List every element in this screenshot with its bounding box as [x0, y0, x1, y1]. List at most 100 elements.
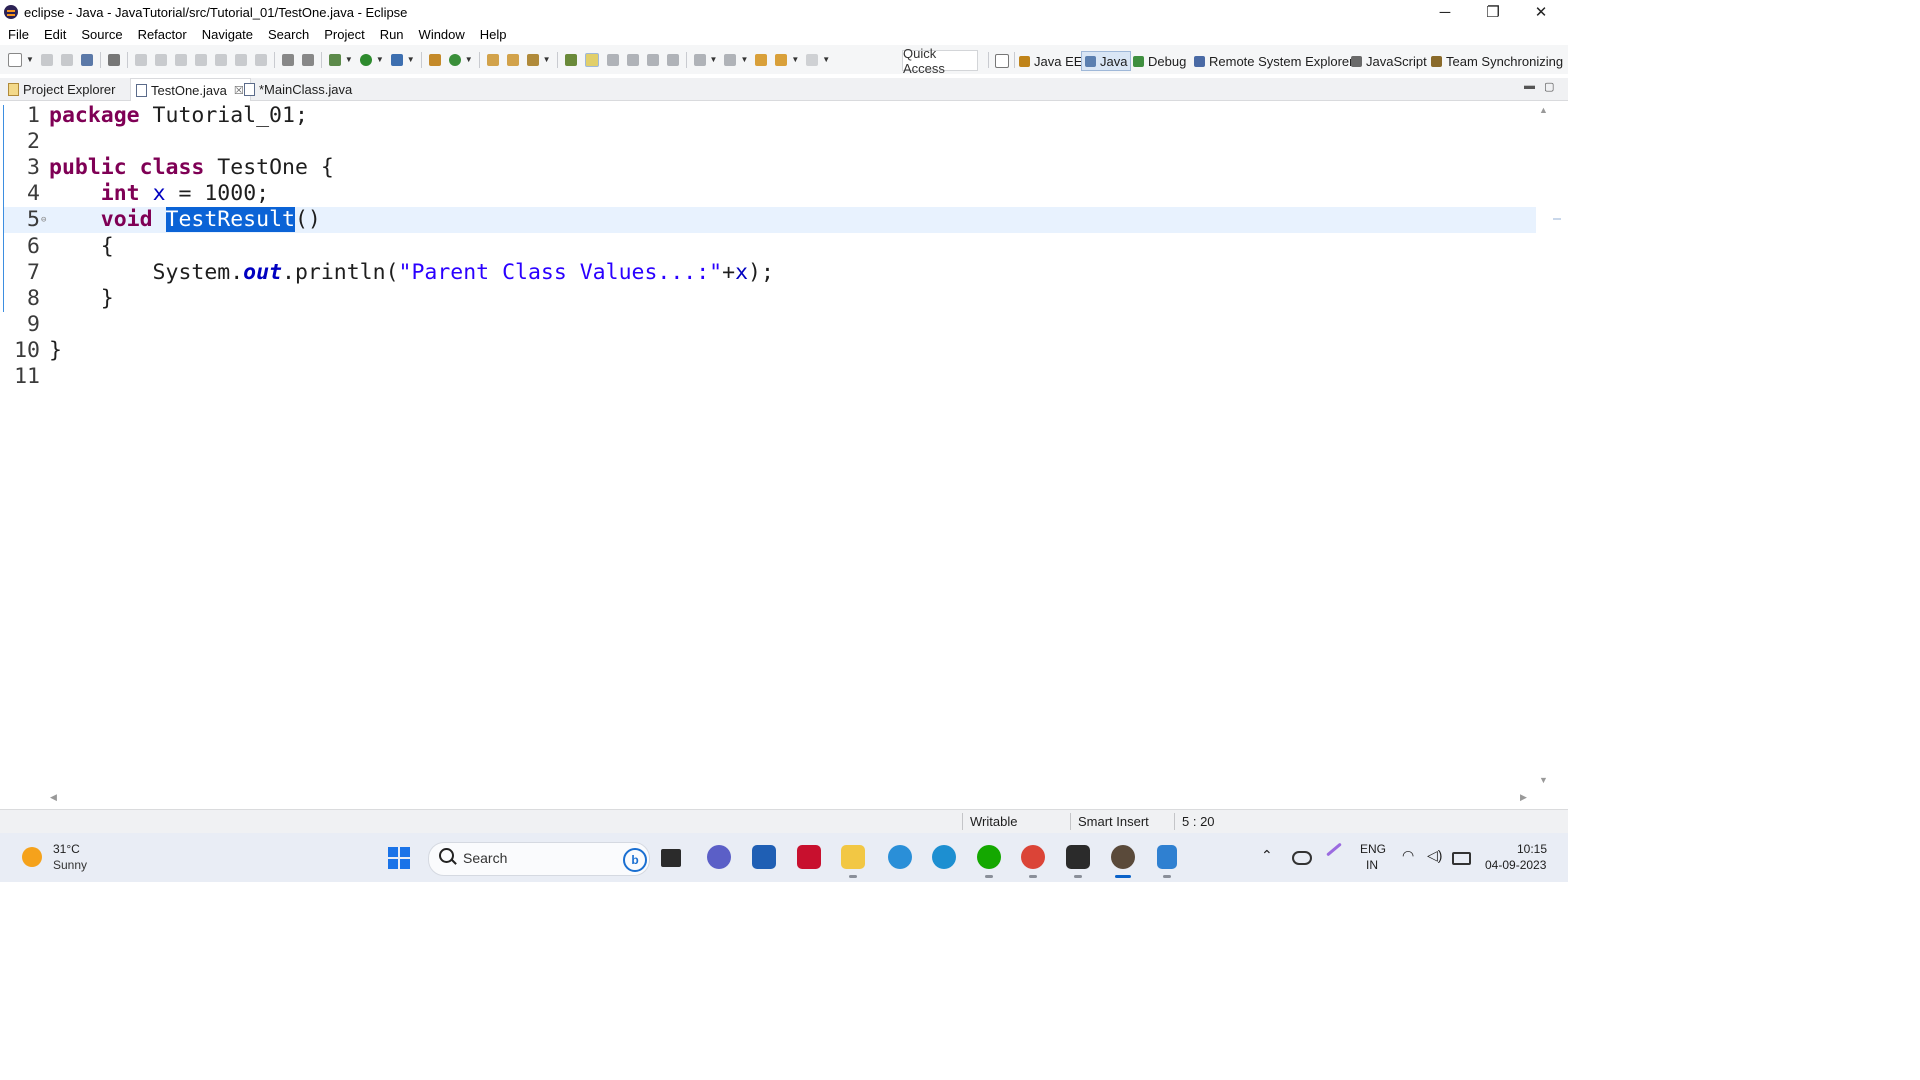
debug-dropdown-icon[interactable]: ▼	[345, 55, 353, 64]
code-line[interactable]: 1 package Tutorial_01;	[4, 103, 1536, 129]
show-hidden-icons-icon[interactable]: ⌃	[1261, 847, 1273, 864]
start-button[interactable]	[388, 847, 410, 869]
code-line[interactable]: 11	[4, 364, 1536, 390]
step-over-icon[interactable]	[234, 53, 247, 66]
tab-project-explorer[interactable]: Project Explorer	[6, 78, 121, 100]
menu-refactor[interactable]: Refactor	[130, 27, 194, 42]
suspend-icon[interactable]	[154, 53, 167, 66]
show-whitespace-icon[interactable]	[626, 53, 639, 66]
mark-occurrences-icon[interactable]	[584, 52, 599, 67]
back-dropdown-icon[interactable]: ▼	[791, 55, 799, 64]
new-dropdown-icon[interactable]: ▼	[26, 55, 34, 64]
scroll-up-icon[interactable]: ▲	[1539, 105, 1548, 115]
wifi-icon[interactable]: ◠	[1402, 847, 1414, 864]
resume-icon[interactable]	[134, 53, 147, 66]
new-icon[interactable]	[8, 52, 22, 67]
maximize-view-icon[interactable]: ▢	[1544, 80, 1554, 93]
mcafee-icon[interactable]	[797, 845, 821, 869]
open-task-icon[interactable]	[506, 53, 519, 66]
file-explorer-icon[interactable]	[841, 845, 865, 869]
clock-time[interactable]: 10:15	[1517, 842, 1547, 856]
maximize-button[interactable]: ❐	[1470, 0, 1516, 24]
code-line[interactable]: 6 {	[4, 234, 1536, 260]
region-indicator[interactable]: IN	[1366, 858, 1378, 872]
code-area[interactable]: 1 package Tutorial_01; 2 3 public class Test…	[4, 101, 1536, 791]
save-all-icon[interactable]	[60, 53, 73, 66]
pen-menu-icon[interactable]	[1326, 842, 1342, 857]
back-icon[interactable]	[775, 53, 788, 66]
code-line[interactable]: 9	[4, 312, 1536, 338]
weather-temperature[interactable]: 31°C	[53, 842, 80, 856]
word-wrap-icon[interactable]	[646, 53, 659, 66]
show-source-icon[interactable]	[666, 53, 679, 66]
step-into-icon[interactable]	[214, 53, 227, 66]
perspective-team-synchronizing[interactable]: Team Synchronizing	[1431, 52, 1563, 70]
open-type-icon[interactable]	[486, 53, 499, 66]
new-java-project-icon[interactable]	[428, 53, 441, 66]
menu-edit[interactable]: Edit	[36, 27, 73, 42]
open-perspective-icon[interactable]	[995, 54, 1009, 68]
fold-toggle-icon[interactable]: ⊖	[41, 207, 46, 233]
run-dropdown-icon[interactable]: ▼	[376, 55, 384, 64]
clock-date[interactable]: 04-09-2023	[1485, 858, 1546, 872]
scroll-right-icon[interactable]: ▶	[1520, 792, 1527, 803]
menu-run[interactable]: Run	[372, 27, 411, 42]
code-line[interactable]: 7 System.out.println("Parent Class Value…	[4, 260, 1536, 286]
volume-icon[interactable]: ◁)	[1427, 847, 1442, 864]
disconnect-icon[interactable]	[194, 53, 207, 66]
perspective-java[interactable]: Java	[1081, 51, 1132, 71]
perspective-debug[interactable]: Debug	[1133, 52, 1186, 70]
notepad-icon[interactable]	[1157, 845, 1177, 869]
previous-annotation-dropdown-icon[interactable]: ▼	[740, 55, 748, 64]
code-line[interactable]: 3 public class TestOne {	[4, 155, 1536, 181]
minimize-button[interactable]: ─	[1422, 0, 1468, 24]
block-selection-icon[interactable]	[606, 53, 619, 66]
forward-icon[interactable]	[806, 53, 819, 66]
menu-project[interactable]: Project	[316, 27, 371, 42]
horizontal-scrollbar[interactable]: ◀ ▶	[46, 790, 1536, 806]
tab-testone-java[interactable]: TestOne.java ☒	[130, 78, 251, 101]
teams-chat-icon[interactable]	[707, 845, 731, 869]
onedrive-icon[interactable]	[1292, 851, 1312, 865]
edge-browser-icon[interactable]	[932, 845, 956, 869]
perspective-java-ee[interactable]: Java EE	[1019, 52, 1082, 70]
code-line[interactable]: 4 int x = 1000;	[4, 181, 1536, 207]
terminal-icon[interactable]	[1066, 845, 1090, 869]
microsoft-store-icon[interactable]	[752, 845, 776, 869]
external-tools-icon[interactable]	[390, 53, 403, 66]
code-editor[interactable]: 1 package Tutorial_01; 2 3 public class Test…	[4, 101, 1536, 791]
chrome-browser-icon[interactable]	[1021, 845, 1045, 869]
next-annotation-icon[interactable]	[693, 53, 706, 66]
menu-navigate[interactable]: Navigate	[194, 27, 260, 42]
menu-window[interactable]: Window	[411, 27, 472, 42]
new-java-class-icon[interactable]	[448, 53, 461, 66]
drop-to-frame-icon[interactable]	[301, 53, 314, 66]
skip-breakpoints-icon[interactable]	[107, 53, 120, 66]
new-class-dropdown-icon[interactable]: ▼	[465, 55, 473, 64]
eclipse-taskbar-icon[interactable]	[1111, 845, 1135, 869]
toggle-breadcrumb-icon[interactable]	[564, 53, 577, 66]
step-return-icon[interactable]	[254, 53, 267, 66]
task-view-icon[interactable]	[661, 849, 681, 867]
battery-icon[interactable]	[1452, 852, 1471, 865]
terminate-icon[interactable]	[174, 53, 187, 66]
open-console-icon[interactable]	[80, 53, 93, 66]
menu-search[interactable]: Search	[260, 27, 316, 42]
taskbar-search-box[interactable]: Search b	[428, 842, 650, 876]
last-edit-location-icon[interactable]	[755, 53, 768, 66]
insert-mode-status[interactable]: Smart Insert	[1078, 814, 1149, 829]
debug-icon[interactable]	[328, 53, 341, 66]
code-line[interactable]: 10}	[4, 338, 1536, 364]
weather-sun-icon[interactable]	[22, 847, 42, 867]
language-indicator[interactable]: ENG	[1360, 842, 1386, 856]
get-help-icon[interactable]	[888, 845, 912, 869]
upwork-icon[interactable]	[977, 845, 1001, 869]
search-dropdown-icon[interactable]: ▼	[543, 55, 551, 64]
code-line[interactable]: 2	[4, 129, 1536, 155]
tab-mainclass-java[interactable]: *MainClass.java	[242, 78, 358, 100]
perspective-javascript[interactable]: JavaScript	[1351, 52, 1427, 70]
menu-file[interactable]: File	[0, 27, 36, 42]
run-icon[interactable]	[359, 53, 372, 66]
use-step-filters-icon[interactable]	[281, 53, 294, 66]
perspective-remote-system-explorer[interactable]: Remote System Explorer	[1194, 52, 1354, 70]
